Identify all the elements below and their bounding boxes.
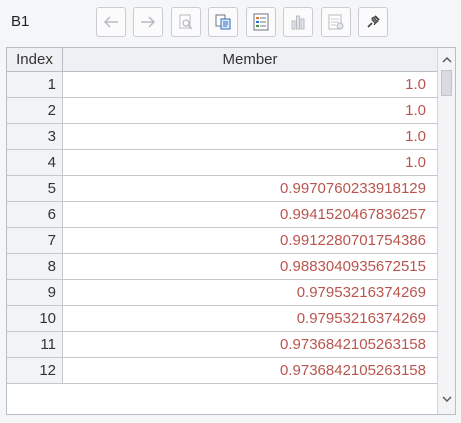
member-value-cell[interactable]: 0.9736842105263158 bbox=[63, 358, 437, 384]
vertical-scrollbar[interactable] bbox=[437, 48, 455, 414]
back-button[interactable] bbox=[96, 7, 126, 37]
grid-header: Index Member bbox=[7, 48, 437, 72]
member-value-cell[interactable]: 0.9912280701754386 bbox=[63, 228, 437, 254]
table-row[interactable]: 8 0.9883040935672515 bbox=[7, 254, 437, 280]
row-index-cell: 5 bbox=[7, 176, 63, 202]
settings-button[interactable] bbox=[321, 7, 351, 37]
scroll-down-button[interactable] bbox=[438, 390, 455, 408]
cell-name-label: B1 bbox=[11, 13, 30, 30]
table-row[interactable]: 12 0.9736842105263158 bbox=[7, 358, 437, 384]
row-index-cell: 12 bbox=[7, 358, 63, 384]
index-column-header[interactable]: Index bbox=[7, 48, 63, 71]
member-value-cell[interactable]: 0.9941520467836257 bbox=[63, 202, 437, 228]
member-value-cell[interactable]: 1.0 bbox=[63, 72, 437, 98]
row-index-cell: 2 bbox=[7, 98, 63, 124]
chevron-up-icon bbox=[442, 56, 451, 62]
table-settings-icon bbox=[328, 14, 344, 30]
list-form-icon bbox=[253, 13, 269, 31]
member-value-cell[interactable]: 1.0 bbox=[63, 150, 437, 176]
row-index-cell: 6 bbox=[7, 202, 63, 228]
member-value-cell[interactable]: 0.9970760233918129 bbox=[63, 176, 437, 202]
preview-button[interactable] bbox=[171, 7, 201, 37]
row-index-cell: 7 bbox=[7, 228, 63, 254]
member-value-cell[interactable]: 1.0 bbox=[63, 98, 437, 124]
member-value-cell[interactable]: 0.97953216374269 bbox=[63, 280, 437, 306]
magnifier-page-icon bbox=[179, 14, 193, 30]
result-grid[interactable]: Index Member 1 1.0 2 1.0 3 1.0 4 1.0 5 0… bbox=[6, 47, 456, 415]
pin-button[interactable] bbox=[358, 7, 388, 37]
table-row[interactable]: 5 0.9970760233918129 bbox=[7, 176, 437, 202]
forward-button[interactable] bbox=[133, 7, 163, 37]
arrow-left-icon bbox=[103, 16, 118, 28]
copy-icon bbox=[215, 14, 231, 30]
row-index-cell: 11 bbox=[7, 332, 63, 358]
chevron-down-icon bbox=[442, 396, 451, 402]
member-value-cell[interactable]: 0.97953216374269 bbox=[63, 306, 437, 332]
row-index-cell: 8 bbox=[7, 254, 63, 280]
member-value-cell[interactable]: 1.0 bbox=[63, 124, 437, 150]
table-row[interactable]: 11 0.9736842105263158 bbox=[7, 332, 437, 358]
bar-chart-icon bbox=[291, 15, 305, 30]
table-row[interactable]: 9 0.97953216374269 bbox=[7, 280, 437, 306]
pin-icon bbox=[367, 15, 380, 28]
table-row[interactable]: 7 0.9912280701754386 bbox=[7, 228, 437, 254]
table-row[interactable]: 6 0.9941520467836257 bbox=[7, 202, 437, 228]
table-row[interactable]: 4 1.0 bbox=[7, 150, 437, 176]
row-index-cell: 4 bbox=[7, 150, 63, 176]
row-index-cell: 9 bbox=[7, 280, 63, 306]
row-index-cell: 10 bbox=[7, 306, 63, 332]
table-row[interactable]: 10 0.97953216374269 bbox=[7, 306, 437, 332]
copy-button[interactable] bbox=[208, 7, 238, 37]
row-index-cell: 3 bbox=[7, 124, 63, 150]
member-value-cell[interactable]: 0.9736842105263158 bbox=[63, 332, 437, 358]
scrollbar-thumb[interactable] bbox=[441, 70, 452, 96]
table-row[interactable]: 1 1.0 bbox=[7, 72, 437, 98]
list-button[interactable] bbox=[246, 7, 276, 37]
arrow-right-icon bbox=[141, 16, 156, 28]
scroll-up-button[interactable] bbox=[438, 50, 455, 68]
table-row[interactable]: 3 1.0 bbox=[7, 124, 437, 150]
toolbar: B1 bbox=[0, 0, 461, 46]
chart-button[interactable] bbox=[283, 7, 313, 37]
table-row[interactable]: 2 1.0 bbox=[7, 98, 437, 124]
row-index-cell: 1 bbox=[7, 72, 63, 98]
member-value-cell[interactable]: 0.9883040935672515 bbox=[63, 254, 437, 280]
member-column-header[interactable]: Member bbox=[63, 48, 437, 71]
